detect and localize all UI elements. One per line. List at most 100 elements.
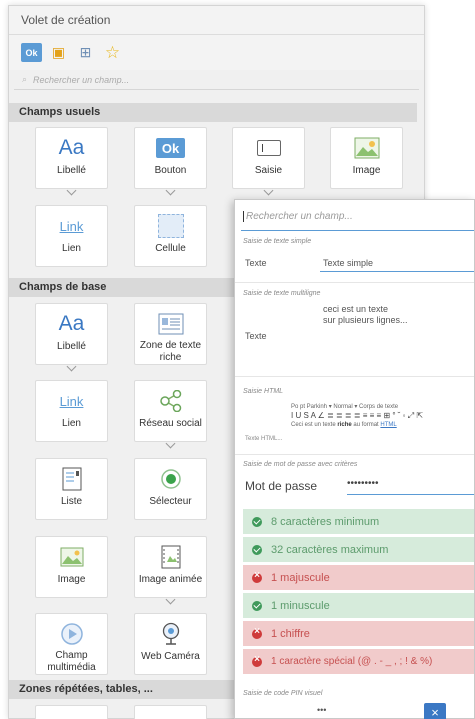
chevron-down-icon [67,367,77,373]
password-rule-special-char: 1 caractère spécial (@ . - _ , ; ! & %) [243,649,474,674]
card-label: Sélecteur [149,496,192,507]
multimedia-icon [60,622,83,645]
card-label: Saisie [254,165,283,176]
section-champs-usuels[interactable]: Champs usuels [9,103,417,122]
html-content[interactable]: Ceci est un texte riche au format HTML [291,422,397,428]
card-label: Zone de texte riche [139,340,202,363]
book-icon[interactable]: ▣ [48,43,69,62]
panel-title: Volet de création [9,6,424,35]
card-champ-multimedia[interactable]: Champ multimédia [35,613,108,675]
password-rule-max-length: 32 caractères maximum [243,537,474,562]
card-label: Web Caméra [141,651,200,662]
card-image[interactable]: Image [330,127,403,189]
search-icon: ⌕ [22,74,28,84]
html-toolbar-row-2[interactable]: I U S A ∠ ≣ ≣ ≣ ≣ ≡ ≡ ≡ ⊞ ° ˘ ◦ ⤢ ⇱ [291,411,423,421]
card-label: Bouton [154,165,187,176]
card-saisie[interactable]: Saisie [232,127,305,189]
card-label: Libellé [57,165,86,176]
card-selecteur[interactable]: Sélecteur [134,458,207,520]
pin-value[interactable]: ••• [317,705,326,715]
password-rule-min-length: 8 caractères minimum [243,509,474,534]
card-web-camera[interactable]: Web Caméra [134,613,207,675]
card-liste[interactable]: Liste [35,458,108,520]
card-label: Champ multimédia [47,650,96,673]
error-circle-icon [252,654,262,667]
card-label: Image [57,574,86,585]
chevron-down-icon [264,191,274,197]
image-icon [354,137,379,159]
mode-bar: Ok ▣ ⊞ ☆ [9,35,424,70]
card-reseau-social[interactable]: Réseau social [134,380,207,442]
close-icon[interactable]: × [424,703,446,719]
simple-input-underline [320,271,474,272]
card-bouton[interactable]: Ok Bouton [134,127,207,189]
ok-icon[interactable]: Ok [21,43,42,62]
button-ok-icon: Ok [156,138,185,158]
chevron-down-icon [166,444,176,450]
password-label: Mot de passe [245,479,318,493]
link-icon: Link [59,393,84,409]
password-input[interactable]: ••••••••• [347,477,474,495]
multiline-label: Texte [245,331,267,341]
list-icon [62,467,81,491]
html-text-link[interactable]: HTML [380,422,396,428]
check-circle-icon [252,516,262,527]
card-label: Image animée [138,574,203,585]
card-label: Image [352,165,381,176]
password-caption: Saisie de mot de passe avec critères [243,461,358,468]
password-rule-uppercase: 1 majuscule [243,565,474,590]
grid-icon[interactable]: ⊞ [75,43,96,62]
card-lien-base[interactable]: Link Lien [35,380,108,442]
divider [235,454,474,455]
html-toolbar-row-1[interactable]: Po pt Parkinh ▾ Normal ▾ Corps de texte [291,403,398,410]
card-libelle-base[interactable]: Aa Libellé [35,303,108,365]
social-network-icon [159,390,181,412]
card-zone-repetee[interactable] [35,705,108,719]
card-libelle[interactable]: Aa Libellé [35,127,108,189]
card-label: Cellule [155,243,186,254]
chevron-down-icon [166,191,176,197]
simple-input-label: Texte [245,258,267,268]
html-text-bold: riche [337,422,352,428]
card-image-animee[interactable]: Image animée [134,536,207,598]
password-rule-digit: 1 chiffre [243,621,474,646]
card-table[interactable] [134,705,207,719]
error-circle-icon [252,570,262,583]
html-text-prefix: Ceci est un texte [291,422,338,428]
panel-search-placeholder: Rechercher un champ... [33,74,130,85]
cell-icon [157,214,184,238]
rule-text: 1 chiffre [271,627,310,640]
card-label: Réseau social [139,418,202,429]
card-label: Liste [60,496,83,507]
card-image-base[interactable]: Image [35,536,108,598]
rich-text-icon [158,313,183,334]
simple-input-caption: Saisie de texte simple [243,238,312,245]
field-preview-panel: Rechercher un champ... Saisie de texte s… [234,199,475,719]
link-icon: Link [59,218,84,234]
rule-text: 32 caractères maximum [271,543,389,556]
html-text-mid: au format [351,422,381,428]
html-label: Texte HTML... [245,436,283,442]
card-lien[interactable]: Link Lien [35,205,108,267]
card-label: Lien [62,243,81,254]
star-icon[interactable]: ☆ [102,43,123,62]
check-circle-icon [252,544,262,555]
rule-text: 8 caractères minimum [271,515,380,528]
pin-caption: Saisie de code PIN visuel [243,690,323,697]
input-field-icon [256,140,281,156]
card-cellule[interactable]: Cellule [134,205,207,267]
animated-image-icon [161,545,180,569]
password-rule-lowercase: 1 minuscule [243,593,474,618]
chevron-down-icon [166,600,176,606]
panel-search-input[interactable]: ⌕ Rechercher un champ... [14,70,419,90]
multiline-value-line-2[interactable]: sur plusieurs lignes... [323,315,408,325]
rule-text: 1 minuscule [271,599,330,612]
overlay-search-input[interactable]: Rechercher un champ... [241,205,474,231]
divider [235,376,474,377]
multiline-caption: Saisie de texte multiligne [243,290,321,297]
simple-input-value[interactable]: Texte simple [323,258,373,268]
text-aa-icon: Aa [58,136,85,159]
card-label: Libellé [57,341,86,352]
card-zone-texte-riche[interactable]: Zone de texte riche [134,303,207,365]
multiline-value-line-1[interactable]: ceci est un texte [323,304,388,314]
